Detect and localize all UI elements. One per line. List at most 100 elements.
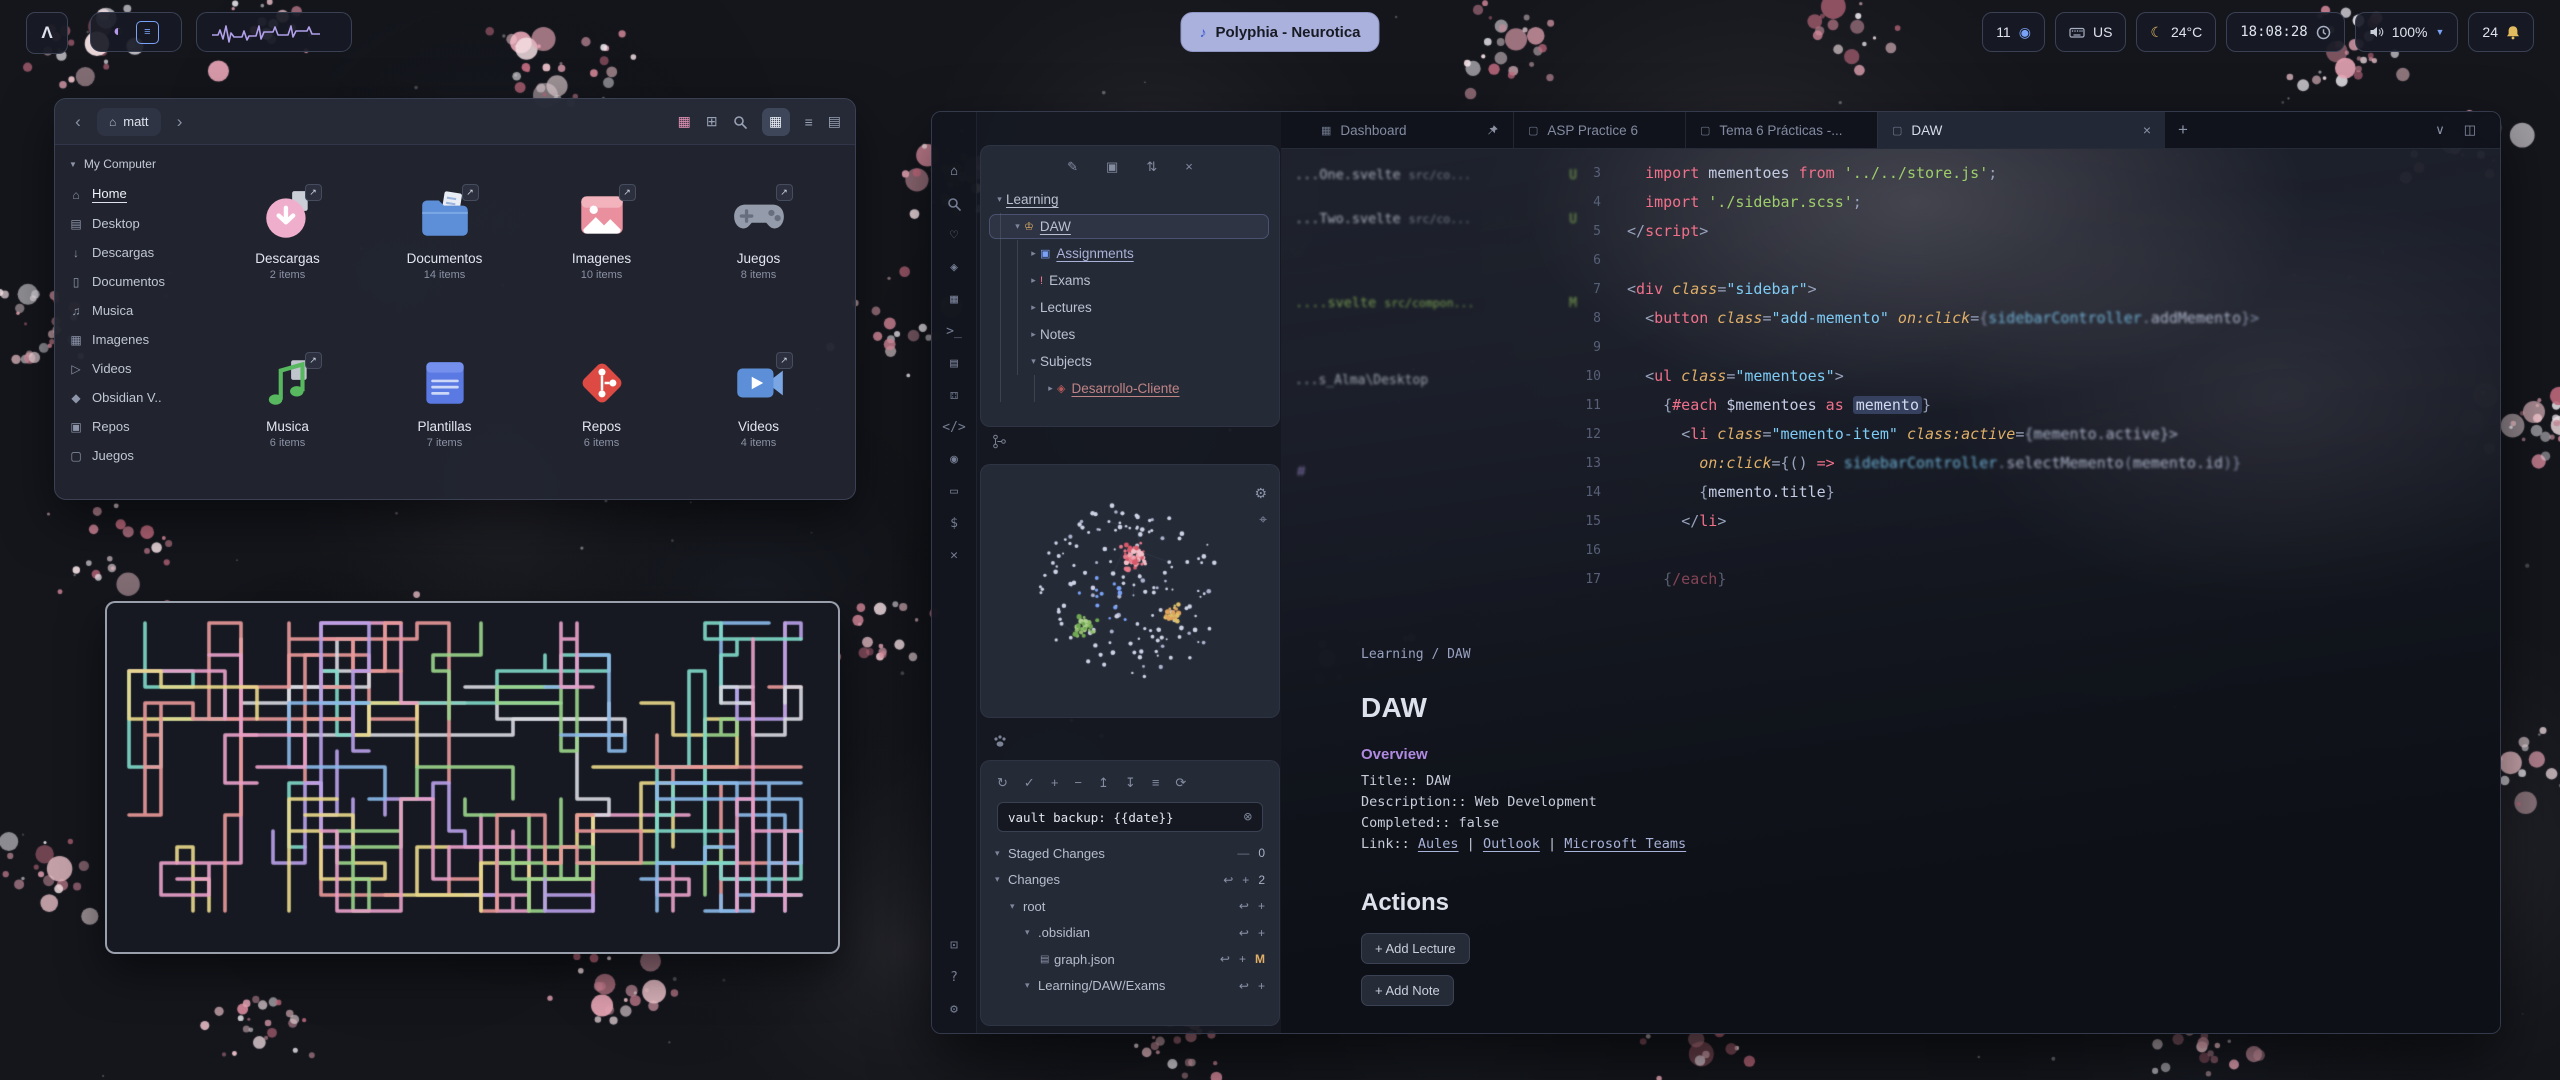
row-action-icon[interactable]: + [1242, 873, 1249, 887]
updates-pill[interactable]: 11 ◉ [1982, 12, 2045, 52]
folder-tile-descargas[interactable]: ↗Descargas2 items [209, 149, 366, 317]
folder-tile-musica[interactable]: ↗Musica6 items [209, 317, 366, 485]
launcher-button[interactable]: Λ [26, 12, 68, 54]
volume-pill[interactable]: 100% ▼ [2355, 12, 2459, 52]
tree-item-daw[interactable]: ▾♔DAW [989, 214, 1269, 239]
collapse-all-icon[interactable]: × [1185, 159, 1193, 175]
grid-view-icon[interactable]: ▦ [762, 108, 790, 136]
tree-item-subjects[interactable]: ▾Subjects [981, 348, 1279, 375]
power-icon[interactable]: ◐ [113, 23, 123, 41]
dice-icon[interactable]: ⚃ [950, 388, 958, 403]
graph-view-panel[interactable]: ⚙ ⌖ [980, 464, 1280, 718]
new-tab-button[interactable]: + [2165, 112, 2201, 148]
terminal-icon[interactable]: >_ [946, 324, 962, 339]
sidebar-item-home[interactable]: ⌂Home [69, 180, 203, 209]
new-note-icon[interactable]: ✎ [1067, 159, 1078, 175]
sidebar-item-musica[interactable]: ♫Musica [69, 296, 203, 325]
list-view-icon[interactable]: ≡ [805, 114, 813, 130]
search-icon[interactable] [947, 196, 961, 211]
tab-tema-6-pr-cticas[interactable]: ▢Tema 6 Prácticas -... [1685, 112, 1877, 148]
sidebar-item-desktop[interactable]: ▤Desktop [69, 209, 203, 238]
git-row-graph-json[interactable]: ▤graph.json↩+M [981, 946, 1279, 973]
daily-note-icon[interactable]: ▤ [950, 356, 958, 371]
tools-icon[interactable]: ✕ [950, 548, 958, 563]
keyboard-layout-pill[interactable]: US [2055, 12, 2126, 52]
stage-all-icon[interactable]: + [1051, 775, 1059, 791]
external-link-aules[interactable]: Aules [1418, 836, 1459, 852]
sort-icon[interactable]: ⇅ [1146, 159, 1157, 175]
tree-item-learning[interactable]: ▾Learning [981, 186, 1279, 213]
graph-icon[interactable]: ◈ [950, 260, 958, 275]
forward-button[interactable]: › [171, 112, 189, 132]
graph-focus-icon[interactable]: ⌖ [1259, 511, 1267, 528]
tree-item-notes[interactable]: ▸Notes [981, 321, 1279, 348]
add-lecture-button[interactable]: + Add Lecture [1361, 933, 1470, 964]
folder-tile-repos[interactable]: Repos6 items [523, 317, 680, 485]
new-folder-icon[interactable]: ⊞ [706, 113, 718, 130]
bookmark-icon[interactable]: ♡ [950, 228, 958, 243]
notes-icon[interactable]: ≡ [136, 21, 159, 44]
folder-tile-imagenes[interactable]: ↗Imagenes10 items [523, 149, 680, 317]
tab-asp-practice-6[interactable]: ▢ASP Practice 6 [1513, 112, 1685, 148]
code-icon[interactable]: </> [942, 420, 965, 435]
editor-area[interactable]: ...One.sveltesrc/co...U...Two.sveltesrc/… [1281, 149, 2500, 1033]
image-preview-icon[interactable]: ▦ [678, 113, 691, 130]
row-action-icon[interactable]: ↩ [1239, 979, 1249, 993]
sidebar-item-juegos[interactable]: ▢Juegos [69, 441, 203, 470]
tree-item-exams[interactable]: ▸!Exams [981, 267, 1279, 294]
tab-dashboard[interactable]: ▦Dashboard [1307, 112, 1513, 148]
close-tab-icon[interactable]: × [2143, 122, 2151, 138]
presentation-icon[interactable]: ▭ [950, 484, 958, 499]
external-link-microsoft-teams[interactable]: Microsoft Teams [1564, 836, 1686, 852]
backup-icon[interactable]: ↻ [997, 775, 1008, 791]
changes-list-icon[interactable]: ≡ [1152, 775, 1160, 791]
tree-item-desarrollo-cliente[interactable]: ▸◈Desarrollo-Cliente [981, 375, 1279, 402]
folder-tile-plantillas[interactable]: Plantillas7 items [366, 317, 523, 485]
sidebar-item-obsidian-v[interactable]: ◆Obsidian V.. [69, 383, 203, 412]
sidebar-item-videos[interactable]: ▷Videos [69, 354, 203, 383]
help-icon[interactable]: ? [950, 970, 958, 985]
folder-tile-videos[interactable]: ↗Videos4 items [680, 317, 837, 485]
row-action-icon[interactable]: + [1258, 926, 1265, 940]
weather-pill[interactable]: ☾ 24°C [2136, 12, 2216, 52]
note-breadcrumb[interactable]: Learning / DAW [1361, 647, 2141, 662]
refresh-icon[interactable]: ⟳ [1175, 775, 1186, 791]
quick-tools-pill[interactable]: ◐ ≡ [90, 12, 182, 52]
sidebar-item-descargas[interactable]: ↓Descargas [69, 238, 203, 267]
sidebar-item-documentos[interactable]: ▯Documentos [69, 267, 203, 296]
vault-switcher-icon[interactable]: ⊡ [950, 938, 958, 953]
chevron-down-icon[interactable]: ∨ [2435, 122, 2445, 138]
unstage-all-icon[interactable]: − [1074, 775, 1082, 791]
git-row-obsidian[interactable]: ▾.obsidian↩+ [981, 920, 1279, 947]
row-action-icon[interactable]: + [1239, 952, 1246, 966]
git-row-staged-changes[interactable]: ▾Staged Changes—0 [981, 840, 1279, 867]
folder-tile-documentos[interactable]: ↗Documentos14 items [366, 149, 523, 317]
add-note-button[interactable]: + Add Note [1361, 975, 1454, 1006]
row-action-icon[interactable]: ↩ [1239, 926, 1249, 940]
split-layout-icon[interactable]: ◫ [2464, 122, 2476, 138]
external-link-outlook[interactable]: Outlook [1483, 836, 1540, 852]
currency-icon[interactable]: $ [950, 516, 958, 531]
row-action-icon[interactable]: + [1258, 899, 1265, 913]
menu-icon[interactable]: ▤ [828, 113, 841, 130]
git-row-root[interactable]: ▾root↩+ [981, 893, 1279, 920]
notifications-pill[interactable]: 24 [2468, 12, 2534, 52]
tab-daw[interactable]: ▢DAW× [1877, 112, 2165, 148]
search-icon[interactable] [733, 115, 747, 129]
git-row-changes[interactable]: ▾Changes↩+2 [981, 867, 1279, 894]
back-button[interactable]: ‹ [69, 112, 87, 132]
pull-icon[interactable]: ↧ [1125, 775, 1136, 791]
row-action-icon[interactable]: + [1258, 979, 1265, 993]
settings-icon[interactable]: ⚙ [950, 1002, 958, 1017]
row-action-icon[interactable]: ↩ [1220, 952, 1230, 966]
new-folder-icon[interactable]: ▣ [1106, 159, 1118, 175]
graph-settings-icon[interactable]: ⚙ [1254, 485, 1267, 502]
tree-item-lectures[interactable]: ▸Lectures [981, 294, 1279, 321]
git-row-learning-daw-exams[interactable]: ▾Learning/DAW/Exams↩+ [981, 973, 1279, 1000]
now-playing-widget[interactable]: ♪ Polyphia - Neurotica [1180, 12, 1379, 52]
folder-tile-juegos[interactable]: ↗Juegos8 items [680, 149, 837, 317]
row-action-icon[interactable]: ↩ [1223, 873, 1233, 887]
sidebar-item-imagenes[interactable]: ▦Imagenes [69, 325, 203, 354]
push-icon[interactable]: ↥ [1098, 775, 1109, 791]
vault-icon[interactable]: ⌂ [950, 164, 958, 179]
